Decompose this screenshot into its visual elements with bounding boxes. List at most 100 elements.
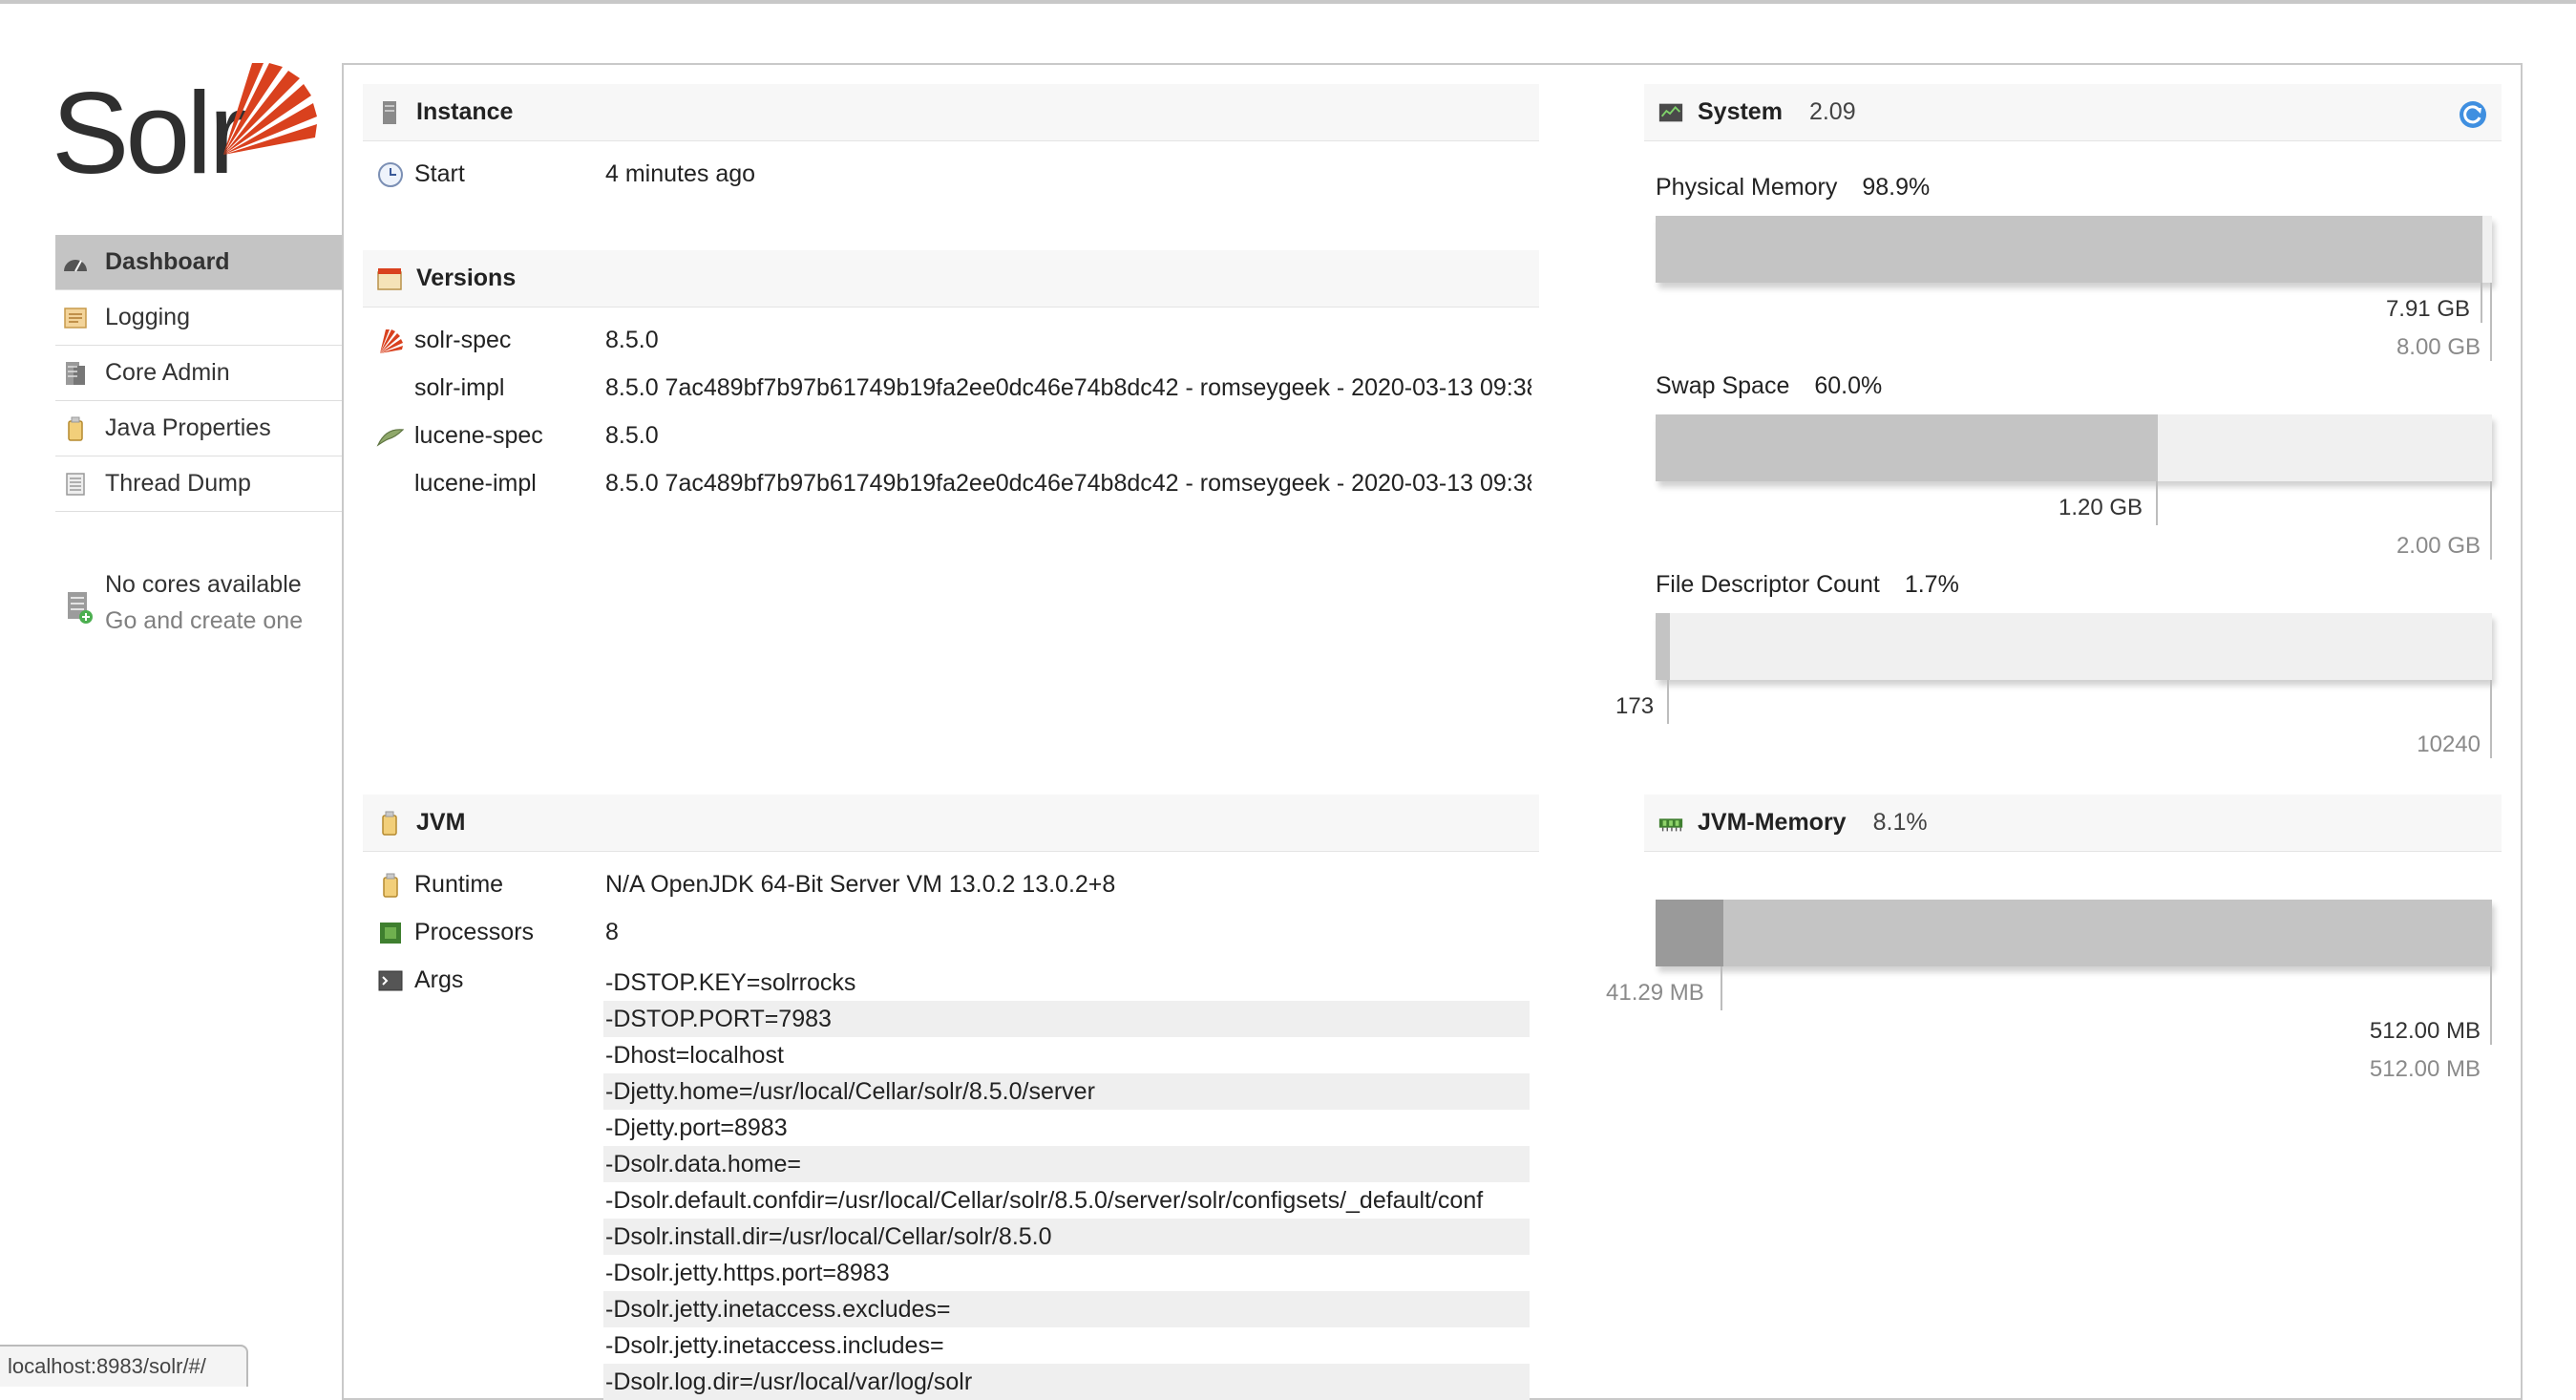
start-value: 4 minutes ago xyxy=(605,160,756,187)
refresh-icon[interactable] xyxy=(2458,99,2488,130)
jvm-memory-percent: 8.1% xyxy=(1872,809,1928,836)
physical-memory-total-tick xyxy=(2490,283,2492,361)
swap-space-total: 2.00 GB xyxy=(2396,533,2481,559)
jvm-arg: -Dsolr.default.confdir=/usr/local/Cellar… xyxy=(605,1187,1484,1214)
no-cores-notice: No cores available Go and create one xyxy=(61,571,348,647)
swap-used-tick xyxy=(2156,481,2158,525)
solr-sun-icon xyxy=(223,63,317,155)
jvm-arg: -DSTOP.KEY=solrrocks xyxy=(605,969,856,996)
sidebar-item-label: Logging xyxy=(105,304,190,330)
file-descriptor-fill xyxy=(1656,613,1670,680)
system-section-header: System 2.09 xyxy=(1644,84,2502,141)
processors-value: 8 xyxy=(605,919,619,945)
jvm-processors-row: Processors 8 xyxy=(376,919,1535,949)
file-descriptor-total-tick xyxy=(2490,680,2492,758)
runtime-icon xyxy=(376,871,405,900)
sidebar-item-logging[interactable]: Logging xyxy=(55,290,342,346)
file-descriptor-bar xyxy=(1656,613,2492,680)
instance-section-header: Instance xyxy=(363,84,1539,141)
version-row-lucene-spec: lucene-spec 8.5.0 xyxy=(376,422,1535,453)
jvm-memory-title: JVM-Memory xyxy=(1698,809,1847,836)
version-row-solr-spec: solr-spec 8.5.0 xyxy=(376,327,1535,357)
system-load: 2.09 xyxy=(1808,98,1856,125)
file-descriptor-label: File Descriptor Count 1.7% xyxy=(1656,571,1959,599)
jvm-arg: -Dhost=localhost xyxy=(605,1042,784,1069)
file-descriptor-total: 10240 xyxy=(2417,732,2481,757)
window-top-border xyxy=(0,0,2576,4)
jvm-args-row: Args xyxy=(376,966,586,997)
jvm-arg: -Dsolr.jetty.inetaccess.excludes= xyxy=(603,1291,1530,1327)
jvm-arg: -DSTOP.PORT=7983 xyxy=(603,1001,1530,1037)
sidebar-item-java-properties[interactable]: Java Properties xyxy=(55,401,342,456)
jvm-memory-section-header: JVM-Memory 8.1% xyxy=(1644,795,2502,852)
sidebar-item-label: Core Admin xyxy=(105,359,230,386)
lucene-icon xyxy=(376,422,405,451)
jvm-memory-committed: 512.00 MB xyxy=(2369,1018,2481,1044)
swap-space-percent: 60.0% xyxy=(1814,372,1883,399)
create-core-link[interactable]: Go and create one xyxy=(105,607,303,635)
clock-icon xyxy=(376,160,405,189)
physical-memory-fill xyxy=(1656,216,2483,283)
instance-title: Instance xyxy=(416,98,514,125)
jvm-arg: -Djetty.home=/usr/local/Cellar/solr/8.5.… xyxy=(603,1073,1530,1110)
physical-memory-bar xyxy=(1656,216,2492,283)
runtime-label: Runtime xyxy=(414,871,504,898)
jvm-title: JVM xyxy=(416,809,466,836)
jvm-icon xyxy=(376,809,403,838)
version-value: 8.5.0 7ac489bf7b97b61749b19fa2ee0dc46e74… xyxy=(605,470,1531,497)
version-row-solr-impl: solr-impl 8.5.0 7ac489bf7b97b61749b19fa2… xyxy=(376,374,1535,405)
no-cores-title: No cores available xyxy=(105,571,302,598)
swap-space-bar xyxy=(1656,414,2492,481)
logging-icon xyxy=(61,304,90,332)
physical-memory-total: 8.00 GB xyxy=(2396,334,2481,360)
physical-memory-used: 7.91 GB xyxy=(2385,296,2470,322)
versions-title: Versions xyxy=(416,265,517,291)
swap-space-title: Swap Space xyxy=(1656,372,1790,399)
swap-total-tick xyxy=(2490,481,2492,560)
browser-status-url: localhost:8983/solr/#/ xyxy=(0,1345,248,1387)
jvm-memory-used-tick xyxy=(1721,966,1722,1010)
jvm-memory-committed-fill xyxy=(1656,900,2492,966)
solr-spec-icon xyxy=(376,327,405,355)
jvm-section-header: JVM xyxy=(363,795,1539,852)
start-label: Start xyxy=(414,160,465,187)
java-properties-icon xyxy=(61,414,90,443)
jvm-arg: -Dsolr.install.dir=/usr/local/Cellar/sol… xyxy=(603,1219,1530,1255)
physical-memory-used-tick xyxy=(2481,283,2482,323)
system-title: System xyxy=(1698,98,1783,125)
jvm-arg: -Dsolr.jetty.inetaccess.includes= xyxy=(605,1332,944,1359)
solr-logo[interactable]: Solr xyxy=(52,59,317,193)
version-key: lucene-spec xyxy=(414,422,543,449)
swap-space-used: 1.20 GB xyxy=(2059,495,2143,520)
version-value: 8.5.0 xyxy=(605,422,659,449)
processor-chip-icon xyxy=(376,919,405,947)
sidebar-item-dashboard[interactable]: Dashboard xyxy=(55,235,342,290)
version-row-lucene-impl: lucene-impl 8.5.0 7ac489bf7b97b61749b19f… xyxy=(376,470,1535,500)
args-label: Args xyxy=(414,966,464,993)
file-descriptor-used: 173 xyxy=(1615,693,1655,719)
sidebar-item-thread-dump[interactable]: Thread Dump xyxy=(55,456,342,512)
version-key: solr-impl xyxy=(414,374,505,401)
sidebar-item-label: Thread Dump xyxy=(105,470,251,497)
jvm-arg: -Djetty.port=8983 xyxy=(605,1114,788,1141)
sidebar-item-label: Dashboard xyxy=(105,248,230,275)
jvm-args-list: -DSTOP.KEY=solrrocks -DSTOP.PORT=7983 -D… xyxy=(603,965,1530,1400)
sidebar-item-label: Java Properties xyxy=(105,414,271,441)
server-icon xyxy=(376,98,403,127)
swap-space-fill xyxy=(1656,414,2158,481)
processors-label: Processors xyxy=(414,919,535,945)
terminal-icon xyxy=(376,966,405,995)
version-value: 8.5.0 xyxy=(605,327,659,353)
jvm-runtime-row: Runtime N/A OpenJDK 64-Bit Server VM 13.… xyxy=(376,871,1535,902)
jvm-memory-used-fill xyxy=(1656,900,1723,966)
file-descriptor-used-tick xyxy=(1667,680,1669,724)
runtime-value: N/A OpenJDK 64-Bit Server VM 13.0.2 13.0… xyxy=(605,871,1116,898)
dashboard-icon xyxy=(61,248,90,277)
physical-memory-percent: 98.9% xyxy=(1862,174,1931,201)
sidebar-item-core-admin[interactable]: Core Admin xyxy=(55,346,342,401)
sidebar-nav: Dashboard Logging Core Admin Java Proper… xyxy=(55,235,342,512)
file-descriptor-title: File Descriptor Count xyxy=(1656,571,1880,598)
jvm-arg: -Dsolr.data.home= xyxy=(603,1146,1530,1182)
versions-section-header: Versions xyxy=(363,250,1539,308)
version-value: 8.5.0 7ac489bf7b97b61749b19fa2ee0dc46e74… xyxy=(605,374,1531,401)
